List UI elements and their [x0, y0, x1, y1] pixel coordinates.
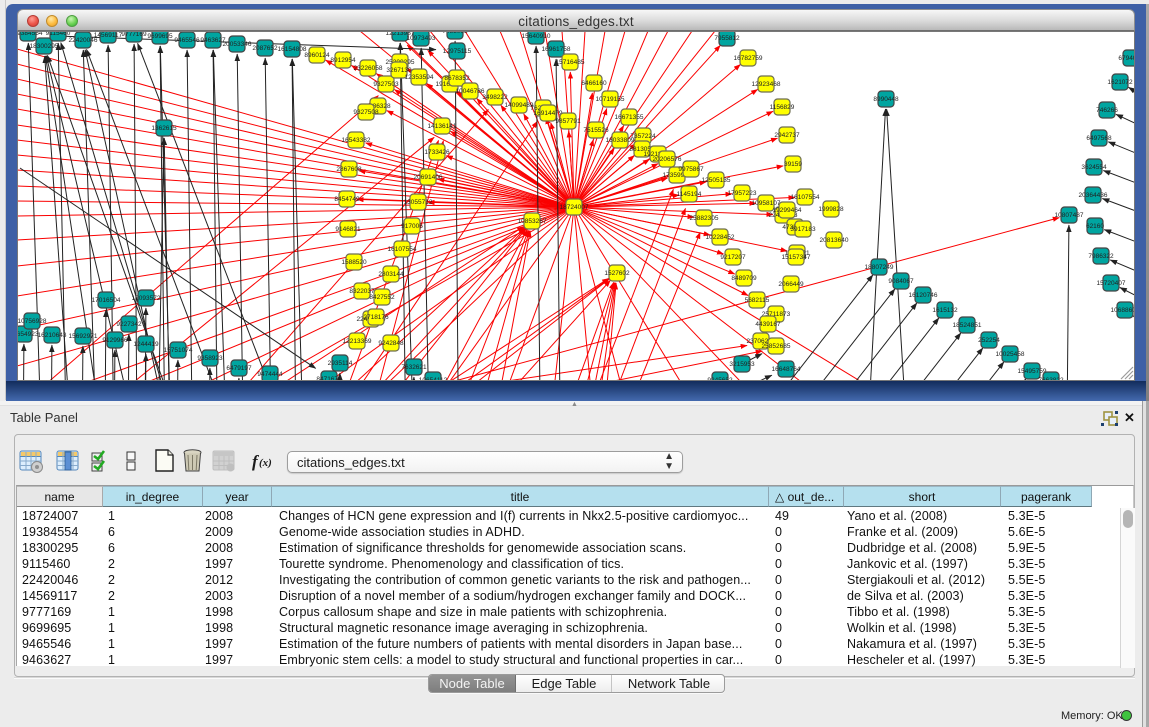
- svg-text:(x): (x): [259, 457, 272, 469]
